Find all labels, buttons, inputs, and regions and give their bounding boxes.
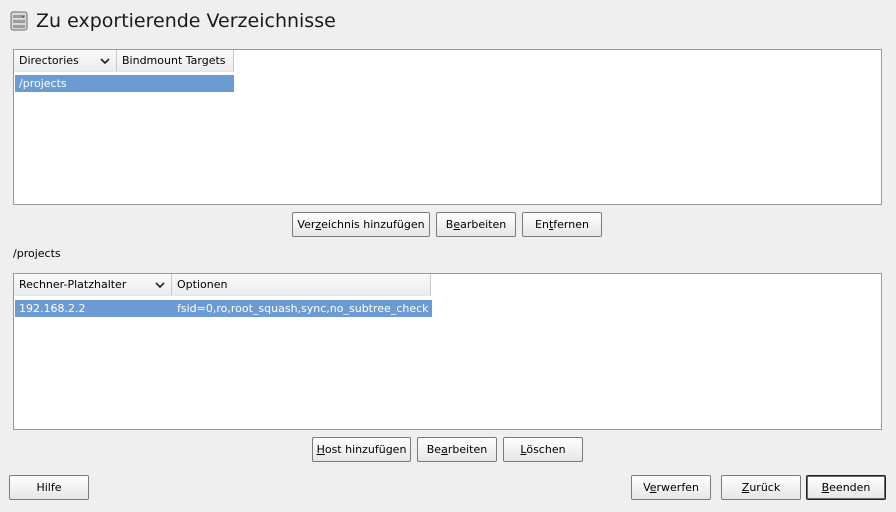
edit-directory-button[interactable]: Bearbeiten [436,212,516,237]
column-header-label: Optionen [177,278,228,291]
column-header-label: Directories [19,54,79,67]
nfs-server-icon [10,11,28,31]
directories-table-header: Directories Bindmount Targets [14,50,881,72]
cell-options: fsid=0,ro,root_squash,sync,no_subtree_ch… [177,302,429,315]
chevron-down-icon [100,58,110,65]
column-header-bindmount-targets[interactable]: Bindmount Targets [117,50,234,72]
table-row[interactable]: /projects [15,75,234,92]
remove-directory-button[interactable]: Entfernen [522,212,602,237]
table-row[interactable]: 192.168.2.2 fsid=0,ro,root_squash,sync,n… [15,300,432,317]
column-header-label: Rechner-Platzhalter [19,278,127,291]
hosts-table[interactable]: Rechner-Platzhalter Optionen 192.168.2.2… [13,273,882,430]
help-button[interactable]: Hilfe [9,475,89,500]
column-header-host-wildcard[interactable]: Rechner-Platzhalter [14,274,172,296]
column-header-directories[interactable]: Directories [14,50,117,72]
column-header-options[interactable]: Optionen [172,274,431,296]
cell-directory: /projects [19,77,67,90]
directories-table[interactable]: Directories Bindmount Targets /projects [13,49,882,205]
chevron-down-icon [155,282,165,289]
add-directory-button[interactable]: Verzeichnis hinzufügen [292,212,430,237]
column-header-label: Bindmount Targets [122,54,226,67]
page-title: Zu exportierende Verzeichnisse [36,10,336,32]
add-host-button[interactable]: Host hinzufügen [312,437,411,462]
back-button[interactable]: Zurück [721,475,801,500]
cell-host: 192.168.2.2 [19,302,86,315]
edit-host-button[interactable]: Bearbeiten [417,437,497,462]
title-bar: Zu exportierende Verzeichnisse [8,6,336,36]
finish-button[interactable]: Beenden [806,475,886,500]
selected-directory-label: /projects [13,247,61,260]
delete-host-button[interactable]: Löschen [503,437,583,462]
discard-button[interactable]: Verwerfen [631,475,711,500]
hosts-table-header: Rechner-Platzhalter Optionen [14,274,881,296]
